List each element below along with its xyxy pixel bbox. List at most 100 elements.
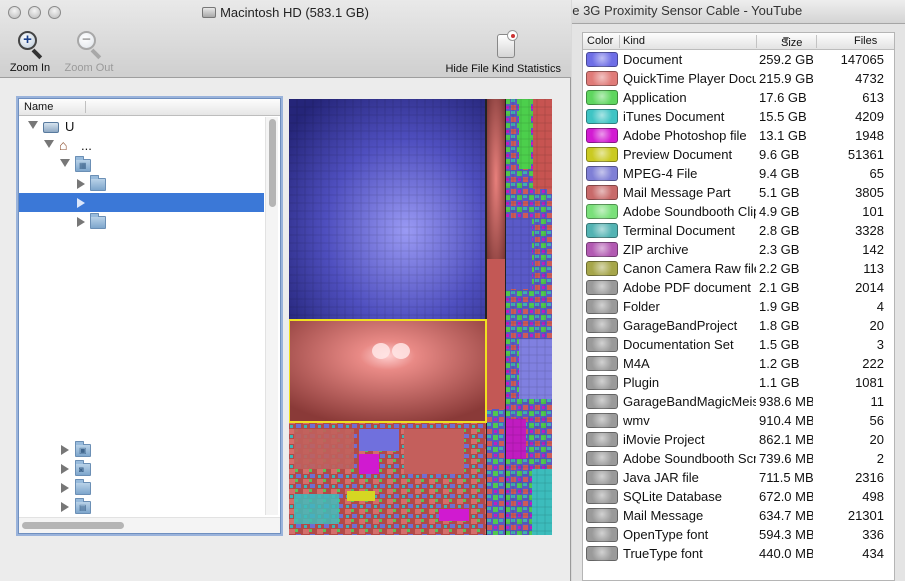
file-kind-name: Mail Message Part <box>623 185 731 200</box>
folder-icon: ▦ <box>75 156 91 172</box>
color-swatch <box>586 280 618 295</box>
tree-row-folder[interactable] <box>19 478 264 497</box>
disclosure-expanded-icon[interactable] <box>28 121 38 129</box>
file-kind-size: 440.0 MB <box>759 546 813 561</box>
file-kind-row[interactable]: Java JAR file 711.5 MB 2316 <box>583 468 894 487</box>
zoom-out-button[interactable]: − Zoom Out <box>58 30 120 74</box>
disclosure-collapsed-icon[interactable] <box>61 483 69 493</box>
file-kind-size: 215.9 GB <box>759 71 813 86</box>
file-kind-row[interactable]: iTunes Document 15.5 GB 4209 <box>583 107 894 126</box>
file-kind-count: 142 <box>862 242 884 257</box>
disclosure-collapsed-icon[interactable] <box>77 179 85 189</box>
file-kind-row[interactable]: Plugin 1.1 GB 1081 <box>583 373 894 392</box>
file-kind-row[interactable]: Folder 1.9 GB 4 <box>583 297 894 316</box>
tree-row-folder[interactable]: ▤ <box>19 497 264 516</box>
file-kind-name: M4A <box>623 356 650 371</box>
file-kind-row[interactable]: Adobe Photoshop file 13.1 GB 1948 <box>583 126 894 145</box>
tree-row-selected[interactable] <box>19 193 264 212</box>
file-kind-name: GarageBandMagicMeister <box>623 394 756 409</box>
drive-icon <box>43 122 59 133</box>
file-kind-count: 21301 <box>847 508 884 523</box>
color-swatch <box>586 166 618 181</box>
color-swatch <box>586 299 618 314</box>
file-kind-row[interactable]: SQLite Database 672.0 MB 498 <box>583 487 894 506</box>
file-kind-row[interactable]: Mail Message 634.7 MB 21301 <box>583 506 894 525</box>
file-tree[interactable]: Name U ⌂ ... ▦ ▣ ◙ ▤ <box>18 98 281 534</box>
column-header-files[interactable]: Files <box>854 35 877 47</box>
hard-disk-icon <box>202 7 217 18</box>
tree-row-folder[interactable] <box>19 212 264 231</box>
file-kind-count: 147065 <box>840 52 884 67</box>
file-kind-row[interactable]: Application 17.6 GB 613 <box>583 88 894 107</box>
tree-column-header-name[interactable]: Name <box>19 99 280 116</box>
tree-row-folder[interactable] <box>19 174 264 193</box>
file-kind-name: Java JAR file <box>623 470 699 485</box>
file-kind-row[interactable]: TrueType font 440.0 MB 434 <box>583 544 894 563</box>
file-kind-row[interactable]: QuickTime Player Document215.9 GB 4732 <box>583 69 894 88</box>
disclosure-collapsed-icon[interactable] <box>61 502 69 512</box>
disclosure-collapsed-icon[interactable] <box>61 445 69 455</box>
tree-row-home[interactable]: ⌂ ... <box>19 136 264 155</box>
color-swatch <box>586 52 618 67</box>
file-kind-size: 15.5 GB <box>759 109 807 124</box>
file-kind-size: 2.2 GB <box>759 261 800 276</box>
stats-window-titlebar: ne 3G Proximity Sensor Cable - YouTube <box>572 0 905 24</box>
file-kind-size: 1.9 GB <box>759 299 800 314</box>
tree-row-folder[interactable]: ▣ <box>19 440 264 459</box>
file-kind-row[interactable]: Terminal Document 2.8 GB 3328 <box>583 221 894 240</box>
file-kind-row[interactable]: Preview Document 9.6 GB 51361 <box>583 145 894 164</box>
zoom-out-label: Zoom Out <box>64 62 114 74</box>
scroll-thumb[interactable] <box>22 522 124 529</box>
column-header-kind[interactable]: Kind <box>623 35 645 47</box>
file-kind-count: 65 <box>869 166 884 181</box>
disclosure-expanded-icon[interactable] <box>44 140 54 148</box>
tree-row-label: U <box>65 119 75 134</box>
file-kind-row[interactable]: iMovie Project 862.1 MB 20 <box>583 430 894 449</box>
color-swatch <box>586 71 618 86</box>
treemap-view[interactable] <box>289 99 552 535</box>
file-kind-row[interactable]: MPEG-4 File 9.4 GB 65 <box>583 164 894 183</box>
folder-icon: ▣ <box>75 441 91 457</box>
tree-row-volume[interactable]: U <box>19 117 264 136</box>
tree-vertical-scrollbar[interactable] <box>265 117 278 515</box>
file-kind-row[interactable]: GarageBandProject 1.8 GB 20 <box>583 316 894 335</box>
color-swatch <box>586 470 618 485</box>
file-kind-row[interactable]: wmv 910.4 MB 56 <box>583 411 894 430</box>
file-kind-row[interactable]: Document 259.2 GB 147065 <box>583 50 894 69</box>
file-kind-row[interactable]: Canon Camera Raw file 2.2 GB 113 <box>583 259 894 278</box>
file-kind-row[interactable]: Mail Message Part 5.1 GB 3805 <box>583 183 894 202</box>
file-kind-count: 20 <box>869 432 884 447</box>
disclosure-collapsed-icon[interactable] <box>61 464 69 474</box>
color-swatch <box>586 109 618 124</box>
scroll-thumb[interactable] <box>269 119 276 207</box>
file-kind-row[interactable]: ZIP archive 2.3 GB 142 <box>583 240 894 259</box>
tree-horizontal-scrollbar[interactable] <box>19 517 280 533</box>
color-swatch <box>586 375 618 390</box>
column-header-color[interactable]: Color <box>587 35 613 47</box>
tree-row-folder[interactable]: ▦ <box>19 155 264 174</box>
file-kind-size: 2.3 GB <box>759 242 800 257</box>
disclosure-expanded-icon[interactable] <box>60 159 70 167</box>
zoom-in-button[interactable]: + Zoom In <box>6 30 54 74</box>
file-kind-row[interactable]: OpenType font 594.3 MB 336 <box>583 525 894 544</box>
disclosure-collapsed-icon[interactable] <box>77 217 85 227</box>
tree-row-folder[interactable]: ◙ <box>19 459 264 478</box>
file-kind-name: Folder <box>623 299 660 314</box>
disclosure-collapsed-icon[interactable] <box>77 198 85 208</box>
file-kind-row[interactable]: Adobe Soundbooth Script739.6 MB 2 <box>583 449 894 468</box>
file-kind-row[interactable]: Adobe Soundbooth Clip 4.9 GB 101 <box>583 202 894 221</box>
file-kind-row[interactable]: GarageBandMagicMeister938.6 MB 11 <box>583 392 894 411</box>
file-kind-table[interactable]: Color Kind Size Files Document 259.2 GB 14… <box>582 32 895 581</box>
split-view-divider[interactable] <box>283 312 287 318</box>
file-kind-size: 2.8 GB <box>759 223 800 238</box>
zoom-in-label: Zoom In <box>9 62 51 74</box>
file-kind-row[interactable]: M4A 1.2 GB 222 <box>583 354 894 373</box>
window-title: Macintosh HD (583.1 GB) <box>0 5 571 20</box>
file-kind-row[interactable]: Adobe PDF document 2.1 GB 2014 <box>583 278 894 297</box>
hide-file-kind-statistics-button[interactable]: Hide File Kind Statistics <box>445 30 561 75</box>
file-kind-name: GarageBandProject <box>623 318 738 333</box>
file-kind-row[interactable]: Documentation Set 1.5 GB 3 <box>583 335 894 354</box>
file-kind-size: 17.6 GB <box>759 90 807 105</box>
color-swatch <box>586 546 618 561</box>
file-kind-size: 9.4 GB <box>759 166 800 181</box>
